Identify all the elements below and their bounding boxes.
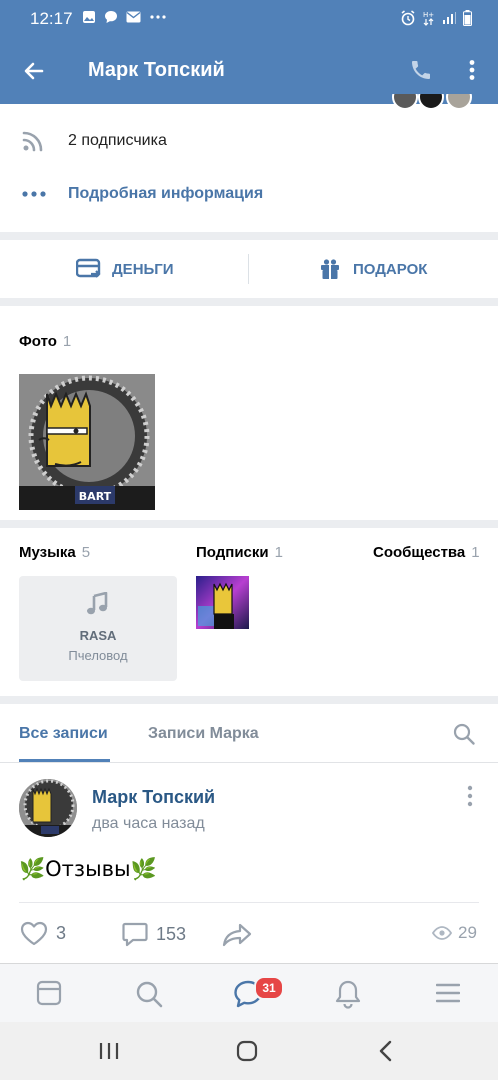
info-card: 2 подписчика Подробная информация (0, 94, 498, 232)
views-count: 29 (458, 923, 477, 942)
like-count: 3 (56, 923, 67, 943)
communities-count: 1 (471, 544, 480, 561)
network-icon: H+ (423, 11, 434, 26)
music-track-card[interactable]: RASA Пчеловод (19, 576, 177, 681)
like-button[interactable]: 3 (20, 921, 66, 946)
photos-header[interactable]: Фото 1 (19, 333, 71, 350)
divider (248, 254, 249, 284)
notifications-bell-icon[interactable] (334, 979, 362, 1009)
eye-icon (432, 926, 452, 940)
image-icon (83, 11, 95, 23)
chat-icon (105, 11, 117, 23)
post-time: два часа назад (92, 815, 205, 832)
subscriptions-count: 1 (274, 544, 283, 561)
system-back-icon[interactable] (378, 1040, 394, 1062)
gift-icon (321, 259, 339, 279)
money-label: ДЕНЬГИ (112, 260, 174, 278)
post-menu-icon[interactable] (462, 785, 478, 807)
post-author-avatar[interactable] (19, 779, 77, 837)
more-dots-icon (150, 15, 166, 19)
track-title: RASA (79, 628, 117, 643)
comment-icon (122, 922, 148, 947)
recent-apps-icon[interactable] (98, 1042, 120, 1060)
bart-photo: BART (19, 374, 155, 510)
search-tab-icon[interactable] (135, 980, 163, 1008)
communities-header[interactable]: Сообщества 1 (373, 544, 480, 561)
photos-label: Фото (19, 333, 57, 350)
subscriptions-label: Подписки (196, 544, 269, 561)
comment-button[interactable]: 153 (122, 921, 186, 947)
views-indicator: 29 (432, 923, 477, 943)
money-transfer-icon (76, 258, 101, 278)
communities-label: Сообщества (373, 544, 466, 561)
post-text: 🌿Отзывы🌿 (19, 857, 157, 881)
phone-icon[interactable] (409, 58, 433, 82)
money-button[interactable]: ДЕНЬГИ (76, 258, 174, 280)
track-subtitle: Пчеловод (68, 648, 128, 663)
actions-card: ДЕНЬГИ ПОДАРОК (0, 240, 498, 298)
messages-badge: 31 (254, 976, 284, 1000)
search-icon[interactable] (452, 722, 476, 746)
share-icon[interactable] (222, 923, 252, 947)
subscription-image (196, 576, 249, 629)
news-feed-icon[interactable] (36, 980, 62, 1006)
profile-title: Марк Топский (88, 59, 225, 81)
photos-count: 1 (62, 333, 72, 350)
rss-icon (22, 131, 43, 152)
music-header[interactable]: Музыка 5 (19, 544, 90, 561)
home-icon[interactable] (236, 1040, 258, 1062)
subscribers-count[interactable]: 2 подписчика (68, 132, 167, 150)
menu-icon[interactable] (436, 983, 460, 1003)
heart-icon (20, 921, 48, 946)
media-card: Музыка 5 Подписки 1 Сообщества 1 RASA Пчело… (0, 528, 498, 696)
alarm-icon (401, 10, 415, 26)
bottom-tab-bar (0, 963, 498, 1022)
tab-active-indicator (19, 759, 110, 762)
system-nav-bar (0, 1022, 498, 1080)
details-link[interactable]: Подробная информация (68, 185, 263, 203)
tab-author-posts[interactable]: Записи Марка (148, 725, 259, 743)
subscription-avatar[interactable] (196, 576, 249, 629)
svg-text:H+: H+ (423, 11, 434, 19)
photo-thumbnail[interactable]: BART (19, 374, 155, 510)
gift-label: ПОДАРОК (353, 260, 428, 278)
post-card: Марк Топский два часа назад 🌿Отзывы🌿 3 1… (0, 763, 498, 963)
wall-tabs: Все записи Записи Марка (0, 704, 498, 763)
more-vertical-icon[interactable] (460, 58, 484, 82)
mail-icon (126, 11, 141, 23)
music-note-icon (87, 591, 108, 615)
author-avatar-image (19, 779, 77, 837)
comment-count: 153 (156, 923, 187, 944)
signal-icon (443, 12, 456, 24)
battery-icon (463, 10, 472, 26)
svg-text:BART: BART (79, 490, 112, 503)
status-bar: 12:17 H+ (0, 0, 498, 38)
gift-button[interactable]: ПОДАРОК (319, 258, 427, 280)
subscriber-avatars[interactable] (390, 94, 480, 108)
photos-card: Фото 1 BART (0, 306, 498, 520)
post-separator (19, 902, 479, 903)
back-arrow-icon[interactable] (22, 59, 46, 83)
more-horizontal-icon (22, 191, 46, 197)
status-time: 12:17 (30, 9, 73, 28)
post-author-name[interactable]: Марк Топский (92, 787, 215, 808)
subscriptions-header[interactable]: Подписки 1 (196, 544, 283, 561)
music-label: Музыка (19, 544, 76, 561)
music-count: 5 (81, 544, 91, 561)
tab-all-posts[interactable]: Все записи (19, 725, 108, 743)
